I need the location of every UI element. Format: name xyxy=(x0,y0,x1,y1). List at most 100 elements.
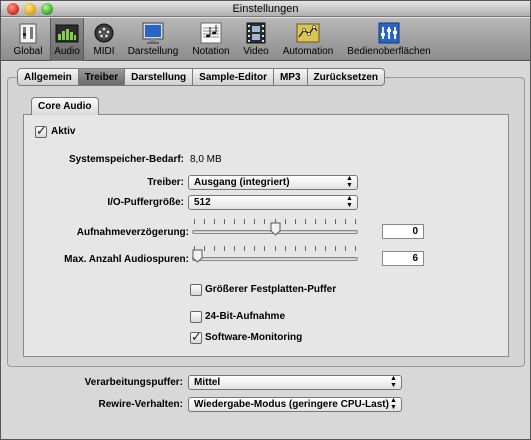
max-tracks-ticks xyxy=(194,246,356,252)
recording-delay-field[interactable]: 0 xyxy=(382,224,424,239)
active-label: Aktiv xyxy=(51,126,76,137)
slider-tick xyxy=(204,219,205,224)
window-title: Einstellungen xyxy=(232,3,299,15)
slider-tick xyxy=(214,246,215,251)
toolbar-midi-button[interactable]: MIDI xyxy=(88,18,120,61)
toolbar-global-label: Global xyxy=(13,46,43,57)
slider-tick xyxy=(194,219,195,224)
slider-tick xyxy=(244,219,245,224)
tab-darstellung[interactable]: Darstellung xyxy=(124,68,193,86)
buffer-size-popup[interactable]: 512 ▲ ▼ xyxy=(188,195,358,210)
software-monitoring-label: Software-Monitoring xyxy=(205,332,303,343)
rewire-behavior-popup[interactable]: Wiedergabe-Modus (geringere CPU-Last) ▲ ▼ xyxy=(188,397,402,412)
max-tracks-slider[interactable] xyxy=(192,257,358,261)
toolbar-notation-label: Notation xyxy=(192,46,230,57)
zoom-window-button[interactable] xyxy=(41,3,53,15)
buffer-size-label: I/O-Puffergröße: xyxy=(107,197,184,208)
slider-tick xyxy=(355,219,356,224)
slider-tick xyxy=(264,246,265,251)
tab-treiber[interactable]: Treiber xyxy=(77,68,125,86)
toolbar-notation-button[interactable]: Notation xyxy=(188,18,234,61)
toolbar-global-button[interactable]: Global xyxy=(9,18,47,61)
toolbar-display-label: Darstellung xyxy=(127,46,179,57)
processing-buffer-popup[interactable]: Mittel ▲ ▼ xyxy=(188,375,402,390)
processing-buffer-label: Verarbeitungspuffer: xyxy=(84,377,183,388)
checkmark-icon: ✓ xyxy=(36,123,47,138)
max-tracks-slider-thumb[interactable] xyxy=(192,249,203,263)
toolbar-automation-label: Automation xyxy=(282,46,334,57)
toolbar-control-surfaces-button[interactable]: Bedienoberflächen xyxy=(344,18,434,61)
title-bar: Einstellungen xyxy=(1,1,530,17)
buffer-size-popup-value: 512 xyxy=(194,197,211,208)
popup-arrows-icon: ▲ ▼ xyxy=(390,397,397,411)
tab-core-audio[interactable]: Core Audio xyxy=(31,97,99,115)
slider-tick xyxy=(285,219,286,224)
rewire-behavior-popup-value: Wiedergabe-Modus (geringere CPU-Last) xyxy=(194,399,389,410)
slider-tick xyxy=(355,246,356,251)
minimize-window-button[interactable] xyxy=(24,3,36,15)
slider-tick xyxy=(335,246,336,251)
max-tracks-label: Max. Anzahl Audiospuren: xyxy=(64,254,189,265)
automation-icon xyxy=(296,23,320,43)
max-tracks-field[interactable]: 6 xyxy=(382,251,424,266)
toolbar-video-label: Video xyxy=(243,46,269,57)
slider-tick xyxy=(295,246,296,251)
slider-tick xyxy=(234,246,235,251)
memory-value: 8,0 MB xyxy=(190,154,222,165)
slider-tick xyxy=(305,219,306,224)
slider-tick xyxy=(275,246,276,251)
close-window-button[interactable] xyxy=(7,3,19,15)
slider-tick xyxy=(305,246,306,251)
preferences-window: Einstellungen Global Audio MIDI Darstell… xyxy=(0,0,531,440)
checkmark-icon: ✓ xyxy=(191,329,202,344)
active-checkbox[interactable]: ✓ xyxy=(35,123,47,138)
slider-tick xyxy=(264,219,265,224)
slider-tick xyxy=(285,246,286,251)
core-audio-panel: ✓ Aktiv Systemspeicher-Bedarf: 8,0 MB Tr… xyxy=(23,114,509,357)
24bit-recording-checkbox[interactable] xyxy=(190,311,202,323)
popup-arrows-icon: ▲ ▼ xyxy=(346,195,353,209)
tab-reset[interactable]: Zurücksetzen xyxy=(306,68,385,86)
popup-arrows-icon: ▲ ▼ xyxy=(346,175,353,189)
memory-label: Systemspeicher-Bedarf: xyxy=(68,154,184,165)
tab-sample-editor[interactable]: Sample-Editor xyxy=(192,68,273,86)
slider-tick xyxy=(204,246,205,251)
global-icon xyxy=(19,23,37,44)
audio-icon xyxy=(55,24,79,43)
slider-tick xyxy=(325,246,326,251)
larger-disk-buffer-label: Größerer Festplatten-Puffer xyxy=(205,284,337,295)
processing-buffer-popup-value: Mittel xyxy=(194,377,221,388)
24bit-recording-label: 24-Bit-Aufnahme xyxy=(205,311,286,322)
popup-arrows-icon: ▲ ▼ xyxy=(390,375,397,389)
slider-tick xyxy=(295,219,296,224)
toolbar-midi-label: MIDI xyxy=(93,46,115,57)
slider-tick xyxy=(244,246,245,251)
driver-label: Treiber: xyxy=(147,177,184,188)
display-icon xyxy=(142,22,164,44)
toolbar-automation-button[interactable]: Automation xyxy=(277,18,339,61)
software-monitoring-checkbox[interactable]: ✓ xyxy=(190,329,202,344)
toolbar-video-button[interactable]: Video xyxy=(239,18,273,61)
slider-tick xyxy=(254,219,255,224)
tab-mp3[interactable]: MP3 xyxy=(272,68,307,86)
preferences-tabs: Allgemein Treiber Darstellung Sample-Edi… xyxy=(17,68,385,86)
toolbar-control-surfaces-label: Bedienoberflächen xyxy=(347,46,431,57)
recording-delay-slider-thumb[interactable] xyxy=(270,222,281,236)
slider-tick xyxy=(345,246,346,251)
toolbar-audio-label: Audio xyxy=(54,46,80,57)
slider-tick xyxy=(315,246,316,251)
slider-tick xyxy=(224,219,225,224)
slider-tick xyxy=(325,219,326,224)
slider-tick xyxy=(224,246,225,251)
tab-allgemein[interactable]: Allgemein xyxy=(17,68,78,86)
larger-disk-buffer-checkbox[interactable] xyxy=(190,284,202,296)
recording-delay-label: Aufnahmeverzögerung: xyxy=(76,227,189,238)
slider-tick xyxy=(254,246,255,251)
toolbar-display-button[interactable]: Darstellung xyxy=(123,18,183,61)
midi-icon xyxy=(94,23,114,43)
slider-tick xyxy=(214,219,215,224)
video-icon xyxy=(246,22,266,44)
slider-tick xyxy=(234,219,235,224)
toolbar-audio-button[interactable]: Audio xyxy=(50,18,84,61)
driver-popup[interactable]: Ausgang (integriert) ▲ ▼ xyxy=(188,175,358,190)
